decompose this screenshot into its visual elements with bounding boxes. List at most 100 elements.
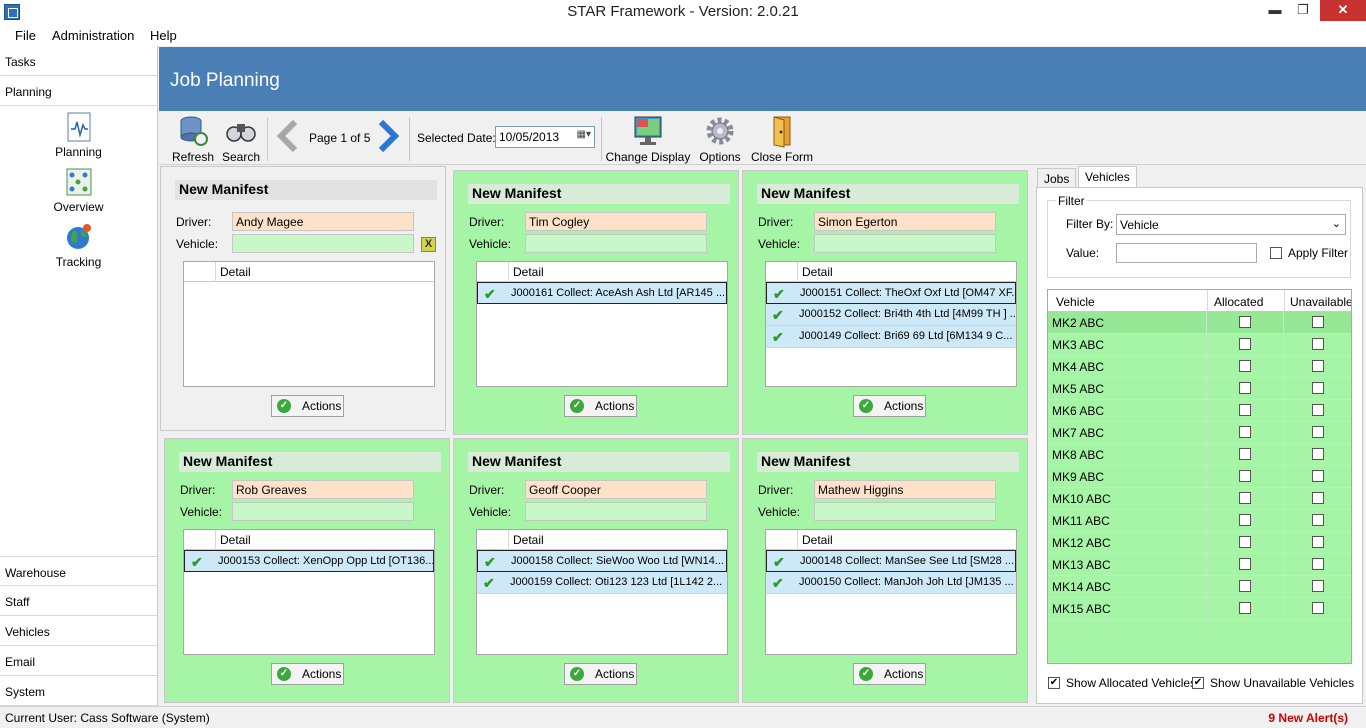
driver-field[interactable]: Rob Greaves	[232, 480, 414, 499]
minimize-button[interactable]: ▬	[1262, 0, 1288, 21]
unavailable-checkbox[interactable]	[1312, 360, 1324, 372]
sidebar-item-overview[interactable]: Overview	[0, 167, 157, 214]
actions-button[interactable]: ✓ Actions	[853, 663, 926, 685]
table-row[interactable]: MK12 ABC	[1048, 532, 1351, 554]
unavailable-checkbox[interactable]	[1312, 492, 1324, 504]
options-button[interactable]: Options	[695, 114, 745, 164]
table-row[interactable]: MK11 ABC	[1048, 510, 1351, 532]
table-row[interactable]: MK3 ABC	[1048, 334, 1351, 356]
unavailable-checkbox[interactable]	[1312, 316, 1324, 328]
table-row[interactable]: MK14 ABC	[1048, 576, 1351, 598]
close-button[interactable]: ✕	[1320, 0, 1366, 21]
unavailable-checkbox[interactable]	[1312, 426, 1324, 438]
job-row[interactable]: ✔ J000152 Collect: Bri4th 4th Ltd [4M99 T…	[766, 304, 1016, 326]
tab-jobs[interactable]: Jobs	[1037, 168, 1077, 188]
column-header-unavailable[interactable]: Unavailable	[1290, 295, 1351, 309]
column-header-allocated[interactable]: Allocated	[1214, 295, 1263, 309]
filter-by-select[interactable]: Vehicle ⌄	[1116, 214, 1346, 235]
calendar-dropdown-icon[interactable]: ▦▾	[577, 129, 591, 140]
allocated-checkbox[interactable]	[1239, 470, 1251, 482]
allocated-checkbox[interactable]	[1239, 602, 1251, 614]
allocated-checkbox[interactable]	[1239, 338, 1251, 350]
table-row[interactable]: MK9 ABC	[1048, 466, 1351, 488]
actions-button[interactable]: ✓ Actions	[271, 663, 344, 685]
clear-vehicle-icon[interactable]: X	[421, 237, 436, 252]
job-row[interactable]: ✔ J000159 Collect: Oti123 123 Ltd [1L142 …	[477, 572, 727, 594]
date-picker[interactable]: 10/05/2013 ▦▾	[495, 126, 595, 148]
menu-file[interactable]: File	[15, 28, 36, 43]
allocated-checkbox[interactable]	[1239, 536, 1251, 548]
sidebar-section-system[interactable]: System	[0, 676, 157, 706]
driver-field[interactable]: Geoff Cooper	[525, 480, 707, 499]
change-display-button[interactable]: Change Display	[605, 114, 691, 164]
maximize-button[interactable]: ❐	[1290, 0, 1316, 21]
tab-vehicles[interactable]: Vehicles	[1078, 166, 1137, 188]
allocated-checkbox[interactable]	[1239, 580, 1251, 592]
table-row[interactable]: MK2 ABC	[1048, 312, 1351, 334]
vehicle-field[interactable]	[525, 502, 707, 521]
table-row[interactable]: MK8 ABC	[1048, 444, 1351, 466]
allocated-checkbox[interactable]	[1239, 360, 1251, 372]
previous-page-icon[interactable]	[275, 119, 301, 153]
sidebar-section-warehouse[interactable]: Warehouse	[0, 556, 157, 586]
allocated-checkbox[interactable]	[1239, 514, 1251, 526]
table-row[interactable]: MK13 ABC	[1048, 554, 1351, 576]
sidebar-section-tasks[interactable]: Tasks	[0, 46, 157, 76]
menu-administration[interactable]: Administration	[52, 28, 134, 43]
sidebar-item-planning[interactable]: Planning	[0, 112, 157, 159]
unavailable-checkbox[interactable]	[1312, 602, 1324, 614]
actions-button[interactable]: ✓ Actions	[271, 395, 344, 417]
allocated-checkbox[interactable]	[1239, 492, 1251, 504]
table-row[interactable]: MK4 ABC	[1048, 356, 1351, 378]
vehicle-field[interactable]	[525, 234, 707, 253]
unavailable-checkbox[interactable]	[1312, 338, 1324, 350]
job-row[interactable]: ✔ J000158 Collect: SieWoo Woo Ltd [WN14..…	[477, 550, 727, 572]
table-row[interactable]: MK5 ABC	[1048, 378, 1351, 400]
sidebar-section-email[interactable]: Email	[0, 646, 157, 676]
job-row[interactable]: ✔ J000161 Collect: AceAsh Ash Ltd [AR145 …	[477, 282, 727, 304]
driver-field[interactable]: Tim Cogley	[525, 212, 707, 231]
allocated-checkbox[interactable]	[1239, 404, 1251, 416]
job-row[interactable]: ✔ J000149 Collect: Bri69 69 Ltd [6M134 9 …	[766, 326, 1016, 348]
allocated-checkbox[interactable]	[1239, 426, 1251, 438]
table-row[interactable]: MK6 ABC	[1048, 400, 1351, 422]
job-row[interactable]: ✔ J000148 Collect: ManSee See Ltd [SM28 .…	[766, 550, 1016, 572]
column-header-vehicle[interactable]: Vehicle	[1056, 295, 1095, 309]
allocated-checkbox[interactable]	[1239, 316, 1251, 328]
unavailable-checkbox[interactable]	[1312, 470, 1324, 482]
menu-help[interactable]: Help	[150, 28, 177, 43]
driver-field[interactable]: Andy Magee	[232, 212, 414, 231]
table-row[interactable]: MK10 ABC	[1048, 488, 1351, 510]
job-row[interactable]: ✔ J000151 Collect: TheOxf Oxf Ltd [OM47 X…	[766, 282, 1016, 304]
unavailable-checkbox[interactable]	[1312, 404, 1324, 416]
search-button[interactable]: Search	[221, 114, 261, 164]
show-allocated-checkbox[interactable]: ✔	[1048, 677, 1060, 689]
job-row[interactable]: ✔ J000153 Collect: XenOpp Opp Ltd [OT136.…	[184, 550, 434, 572]
vehicle-field[interactable]	[232, 502, 414, 521]
unavailable-checkbox[interactable]	[1312, 580, 1324, 592]
sidebar-item-tracking[interactable]: Tracking	[0, 222, 157, 269]
refresh-button[interactable]: Refresh	[171, 114, 215, 164]
show-unavailable-checkbox[interactable]: ✔	[1192, 677, 1204, 689]
actions-button[interactable]: ✓ Actions	[564, 395, 637, 417]
apply-filter-checkbox[interactable]	[1270, 247, 1282, 259]
vehicle-field[interactable]	[814, 234, 996, 253]
job-row[interactable]: ✔ J000150 Collect: ManJoh Joh Ltd [JM135 …	[766, 572, 1016, 594]
next-page-icon[interactable]	[375, 119, 401, 153]
unavailable-checkbox[interactable]	[1312, 536, 1324, 548]
vehicle-field[interactable]	[232, 234, 414, 253]
vehicle-field[interactable]	[814, 502, 996, 521]
allocated-checkbox[interactable]	[1239, 382, 1251, 394]
unavailable-checkbox[interactable]	[1312, 382, 1324, 394]
driver-field[interactable]: Simon Egerton	[814, 212, 996, 231]
close-form-button[interactable]: Close Form	[749, 114, 815, 164]
table-row[interactable]: MK15 ABC	[1048, 598, 1351, 620]
unavailable-checkbox[interactable]	[1312, 514, 1324, 526]
unavailable-checkbox[interactable]	[1312, 448, 1324, 460]
sidebar-section-planning[interactable]: Planning	[0, 76, 157, 106]
sidebar-section-vehicles[interactable]: Vehicles	[0, 616, 157, 646]
allocated-checkbox[interactable]	[1239, 558, 1251, 570]
sidebar-section-staff[interactable]: Staff	[0, 586, 157, 616]
allocated-checkbox[interactable]	[1239, 448, 1251, 460]
unavailable-checkbox[interactable]	[1312, 558, 1324, 570]
